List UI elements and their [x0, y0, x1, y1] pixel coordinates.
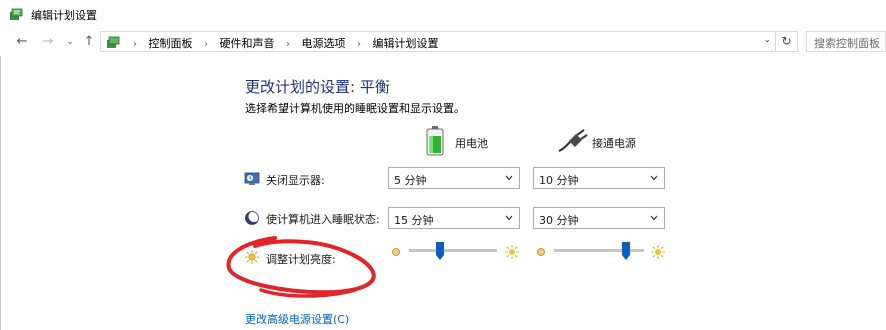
breadcrumb-separator-icon[interactable]: › — [286, 39, 290, 50]
chevron-down-icon — [505, 215, 513, 221]
address-history-chevron-icon[interactable]: ⌄ — [763, 35, 771, 45]
forward-arrow-icon[interactable]: → — [40, 34, 56, 50]
advanced-power-settings-link[interactable]: 更改高级电源设置(C) — [245, 311, 349, 327]
navigation-pane-border — [0, 56, 1, 330]
chevron-down-icon — [650, 215, 658, 221]
refresh-icon[interactable]: ↻ — [776, 31, 798, 52]
back-arrow-icon[interactable]: ← — [14, 34, 30, 50]
brightness-label: 调整计划亮度: — [266, 253, 336, 266]
breadcrumb-separator-icon[interactable]: › — [357, 39, 361, 50]
title-bar: 编辑计划设置 — [0, 0, 886, 30]
sleep-moon-icon — [245, 211, 260, 225]
breadcrumb-separator-icon: › — [133, 39, 137, 50]
power-plug-icon — [558, 129, 588, 152]
chevron-down-icon — [650, 175, 658, 181]
sleep-plugged-value: 30 分钟 — [539, 214, 579, 227]
power-options-icon — [10, 8, 23, 20]
sleep-battery-value: 15 分钟 — [394, 214, 434, 227]
brightness-battery-slider-thumb[interactable] — [435, 242, 444, 260]
display-off-label: 关闭显示器: — [266, 174, 325, 187]
brightness-battery-slider[interactable] — [409, 249, 497, 252]
display-off-plugged-select[interactable]: 10 分钟 — [533, 167, 665, 189]
breadcrumb-control-panel[interactable]: 控制面板 — [149, 37, 193, 50]
breadcrumb-hardware-sound[interactable]: 硬件和声音 — [220, 37, 275, 50]
sleep-label: 使计算机进入睡眠状态: — [266, 213, 380, 226]
display-off-battery-select[interactable]: 5 分钟 — [388, 167, 520, 189]
address-bar[interactable]: › 控制面板 › 硬件和声音 › 电源选项 › 编辑计划设置 ⌄ — [100, 31, 776, 52]
on-battery-label: 用电池 — [455, 137, 488, 150]
page-title: 更改计划的设置: 平衡 — [245, 78, 390, 96]
display-icon — [244, 172, 260, 185]
display-off-plugged-value: 10 分钟 — [539, 174, 579, 187]
brightness-high-icon — [505, 245, 519, 259]
brightness-high-icon — [651, 245, 665, 259]
brightness-low-icon — [537, 248, 545, 256]
chevron-down-icon — [505, 175, 513, 181]
red-annotation-circle — [226, 236, 376, 298]
plugged-in-label: 接通电源 — [592, 137, 636, 150]
window-title: 编辑计划设置 — [31, 9, 97, 22]
battery-icon — [426, 126, 444, 156]
breadcrumb-edit-plan[interactable]: 编辑计划设置 — [373, 37, 439, 50]
display-off-battery-value: 5 分钟 — [394, 174, 427, 187]
navigation-bar: ← → ⌄ ↑ › 控制面板 › 硬件和声音 › 电源选项 › 编辑计划设置 ⌄… — [0, 30, 886, 56]
breadcrumb-power-options[interactable]: 电源选项 — [302, 37, 346, 50]
brightness-plugged-slider[interactable] — [554, 249, 644, 252]
brightness-plugged-slider-thumb[interactable] — [622, 242, 630, 260]
brightness-sun-icon — [245, 250, 259, 264]
breadcrumb-separator-icon[interactable]: › — [204, 39, 208, 50]
up-arrow-icon[interactable]: ↑ — [81, 34, 97, 50]
sleep-battery-select[interactable]: 15 分钟 — [388, 207, 520, 229]
search-input[interactable]: 搜索控制面板 — [806, 31, 886, 52]
control-panel-icon — [107, 36, 120, 48]
page-description: 选择希望计算机使用的睡眠设置和显示设置。 — [245, 102, 465, 115]
breadcrumb: › 控制面板 › 硬件和声音 › 电源选项 › 编辑计划设置 — [125, 35, 439, 51]
brightness-low-icon — [392, 248, 400, 256]
recent-locations-chevron-icon[interactable]: ⌄ — [62, 34, 78, 50]
sleep-plugged-select[interactable]: 30 分钟 — [533, 207, 665, 229]
